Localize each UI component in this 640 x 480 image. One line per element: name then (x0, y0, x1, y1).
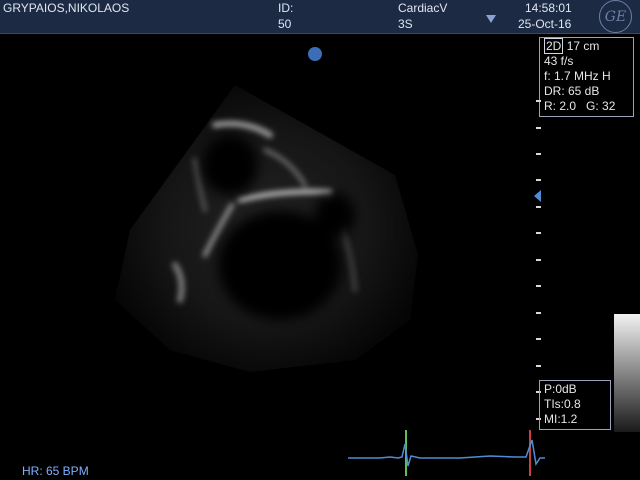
focus-marker-icon[interactable] (534, 190, 541, 202)
ecg-trace (348, 430, 545, 476)
dynamic-range: DR: 65 dB (544, 84, 600, 98)
tis-value: TIs:0.8 (544, 397, 581, 411)
frame-rate: 43 f/s (544, 54, 574, 68)
depth-tick (536, 206, 541, 208)
power-value: P:0dB (544, 382, 577, 396)
depth-tick (536, 285, 541, 287)
ecg-waveform (348, 439, 545, 467)
depth-tick (536, 232, 541, 234)
depth-value: 17 cm (566, 39, 600, 53)
g-value: G: 32 (586, 99, 616, 113)
r-value: R: 2.0 (544, 99, 577, 113)
depth-tick (536, 365, 541, 367)
depth-tick (536, 259, 541, 261)
imaging-parameters-panel: 2D 17 cm 43 f/s f: 1.7 MHz H DR: 65 dB R… (539, 37, 634, 117)
acoustic-output-panel: P:0dB TIs:0.8 MI:1.2 (539, 380, 611, 430)
grayscale-bar (614, 314, 640, 432)
depth-tick (536, 127, 541, 129)
depth-tick (536, 179, 541, 181)
mi-value: MI:1.2 (544, 412, 578, 426)
depth-tick (536, 100, 541, 102)
depth-tick (536, 312, 541, 314)
orientation-dot-icon (308, 47, 322, 61)
depth-tick (536, 338, 541, 340)
frequency: f: 1.7 MHz H (544, 69, 611, 83)
depth-tick (536, 153, 541, 155)
heart-rate: HR: 65 BPM (22, 464, 89, 478)
mode-label[interactable]: 2D (544, 38, 564, 54)
